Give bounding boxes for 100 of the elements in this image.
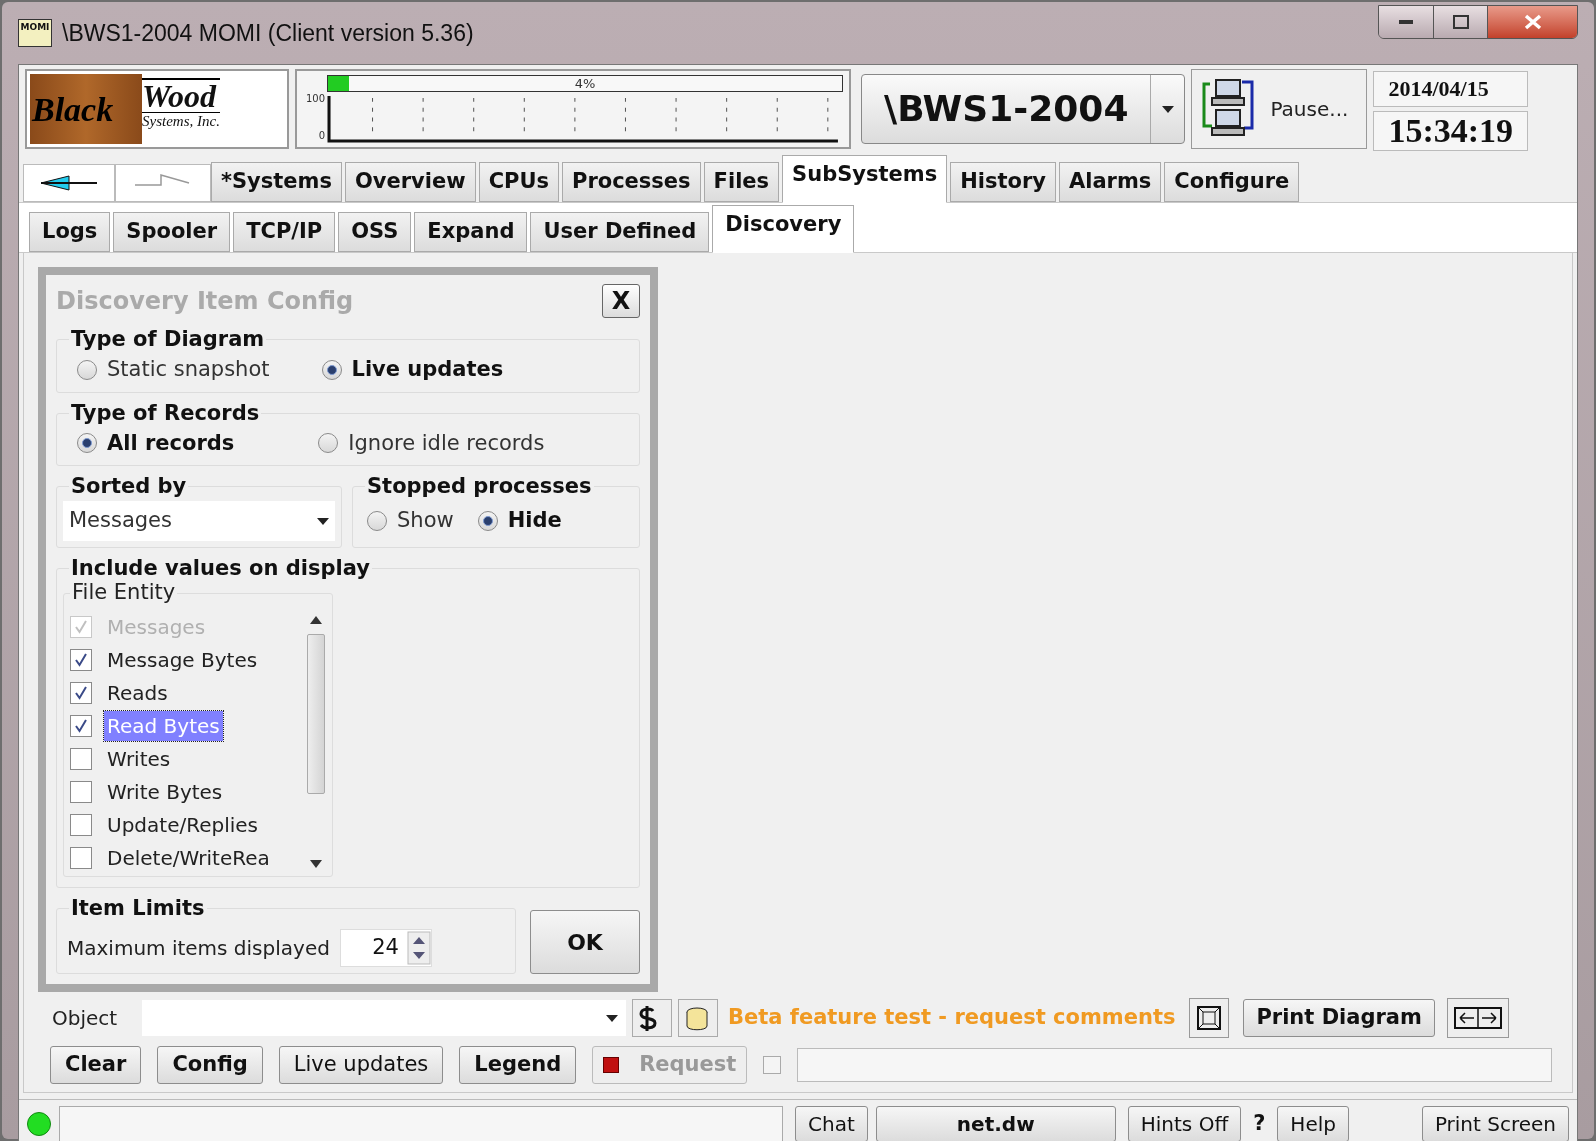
database-icon-button[interactable] (678, 999, 718, 1037)
radio-button[interactable] (321, 359, 342, 380)
frame-icon (1196, 1005, 1223, 1031)
tab[interactable]: Discovery (712, 205, 855, 253)
group-title: File Entity (70, 580, 178, 604)
caret-icon (606, 1014, 618, 1022)
radio-button[interactable] (477, 510, 498, 531)
cpu-usage-reading: 4% (574, 75, 596, 93)
radio-label: All records (107, 429, 235, 457)
fit-button[interactable] (1189, 998, 1230, 1038)
tab[interactable]: Spooler (113, 212, 231, 252)
action-button[interactable]: Clear (50, 1046, 142, 1084)
logo-tagline: Systems, Inc. (142, 112, 220, 129)
help-mark: ? (1252, 1109, 1267, 1137)
dollar-icon-button[interactable] (632, 999, 672, 1037)
pause-button[interactable]: Pause... (1191, 69, 1368, 149)
number-spinner[interactable]: 24 (339, 929, 432, 967)
logo-text: Black (30, 89, 114, 130)
logo-text: Wood (142, 80, 218, 112)
tab[interactable]: Overview (344, 162, 476, 202)
tab[interactable]: Processes (562, 162, 701, 202)
field-label: Object (51, 1005, 119, 1032)
tab[interactable]: Logs (29, 212, 111, 252)
tab[interactable]: TCP/IP (233, 212, 336, 252)
tab[interactable]: OSS (338, 212, 412, 252)
radio-button[interactable] (77, 433, 97, 454)
hints-button[interactable]: Hints Off (1127, 1105, 1242, 1141)
action-button[interactable]: Config (157, 1046, 263, 1084)
app-icon: MOMI (18, 19, 52, 47)
date-display: 2014/04/15 (1373, 71, 1529, 107)
print-screen-button[interactable]: Print Screen (1421, 1105, 1569, 1141)
axis-label: 0 (318, 129, 325, 143)
tab[interactable]: Alarms (1059, 162, 1162, 202)
chat-button[interactable]: Chat (795, 1105, 868, 1141)
checkbox[interactable] (70, 780, 92, 803)
time-display: 15:34:19 (1373, 111, 1529, 151)
list-item[interactable]: Message Bytes (104, 644, 261, 675)
check-icon (73, 618, 89, 635)
list-item[interactable]: Reads (104, 677, 171, 708)
system-selector[interactable]: \BWS1-2004 (861, 74, 1186, 144)
minimize-icon (1399, 20, 1413, 24)
checkbox[interactable] (70, 846, 92, 869)
tab[interactable]: *Systems (211, 162, 342, 202)
maximize-icon (1452, 15, 1469, 29)
beta-notice: Beta feature test - request comments (728, 1004, 1176, 1032)
sort-dropdown[interactable]: Messages (63, 501, 335, 541)
window-title: \BWS1-2004 MOMI (Client version 5.36) (62, 18, 474, 48)
tab[interactable]: History (950, 162, 1056, 202)
group-title: Sorted by (69, 474, 189, 498)
check-icon (73, 717, 89, 734)
radio-label: Static snapshot (107, 356, 270, 383)
tab[interactable]: SubSystems (782, 155, 948, 203)
action-button[interactable]: Legend (459, 1046, 577, 1084)
tab[interactable]: Configure (1164, 162, 1300, 202)
radio-button[interactable] (77, 359, 97, 380)
tab[interactable]: User Defined (530, 212, 710, 252)
maximize-button[interactable] (1433, 6, 1487, 38)
close-button[interactable] (1487, 6, 1577, 38)
back-button[interactable] (23, 164, 115, 202)
back-arrow-icon (39, 175, 99, 191)
ok-button[interactable]: OK (530, 910, 640, 974)
radio-label: Ignore idle records (348, 429, 545, 457)
radio-label: Hide (507, 507, 562, 534)
checkbox[interactable] (70, 648, 92, 671)
scroll-down-icon[interactable] (310, 860, 322, 868)
radio-label: Show (397, 507, 454, 534)
tab[interactable]: CPUs (478, 162, 559, 202)
group-title: Type of Diagram (69, 327, 267, 351)
checkbox[interactable] (70, 747, 92, 770)
axis-label: 100 (305, 92, 325, 106)
group-title: Stopped processes (365, 474, 594, 498)
spinner-arrows-icon (406, 931, 431, 965)
radio-button[interactable] (318, 433, 339, 454)
request-field[interactable] (797, 1048, 1552, 1082)
caret-icon (317, 517, 329, 525)
close-button[interactable]: X (602, 284, 640, 318)
list-item[interactable]: Write Bytes (104, 776, 226, 807)
checkbox[interactable] (70, 714, 92, 737)
list-item[interactable]: Delete/WriteRea (104, 842, 273, 873)
list-item[interactable]: Update/Replies (104, 809, 261, 840)
status-light (27, 1111, 51, 1136)
close-icon (1523, 14, 1542, 30)
minimize-button[interactable] (1379, 6, 1433, 38)
radio-label: Live updates (351, 356, 504, 383)
print-diagram-button[interactable]: Print Diagram (1243, 999, 1435, 1037)
scroll-up-icon[interactable] (310, 616, 322, 624)
field-label: Maximum items displayed (67, 935, 330, 962)
expand-button[interactable] (1446, 998, 1509, 1038)
tab[interactable]: Expand (414, 212, 528, 252)
radio-button[interactable] (367, 510, 387, 531)
expand-arrows-icon (1453, 1007, 1502, 1029)
group-title: Include values on display (69, 556, 372, 580)
list-item[interactable]: Writes (104, 743, 174, 774)
action-button[interactable]: Live updates (278, 1046, 444, 1084)
tab[interactable]: Files (703, 162, 780, 202)
stop-icon (603, 1057, 620, 1073)
server-button[interactable]: net.dw (875, 1105, 1116, 1141)
checkbox[interactable] (70, 813, 92, 836)
checkbox[interactable] (70, 681, 92, 704)
help-button[interactable]: Help (1277, 1105, 1349, 1141)
